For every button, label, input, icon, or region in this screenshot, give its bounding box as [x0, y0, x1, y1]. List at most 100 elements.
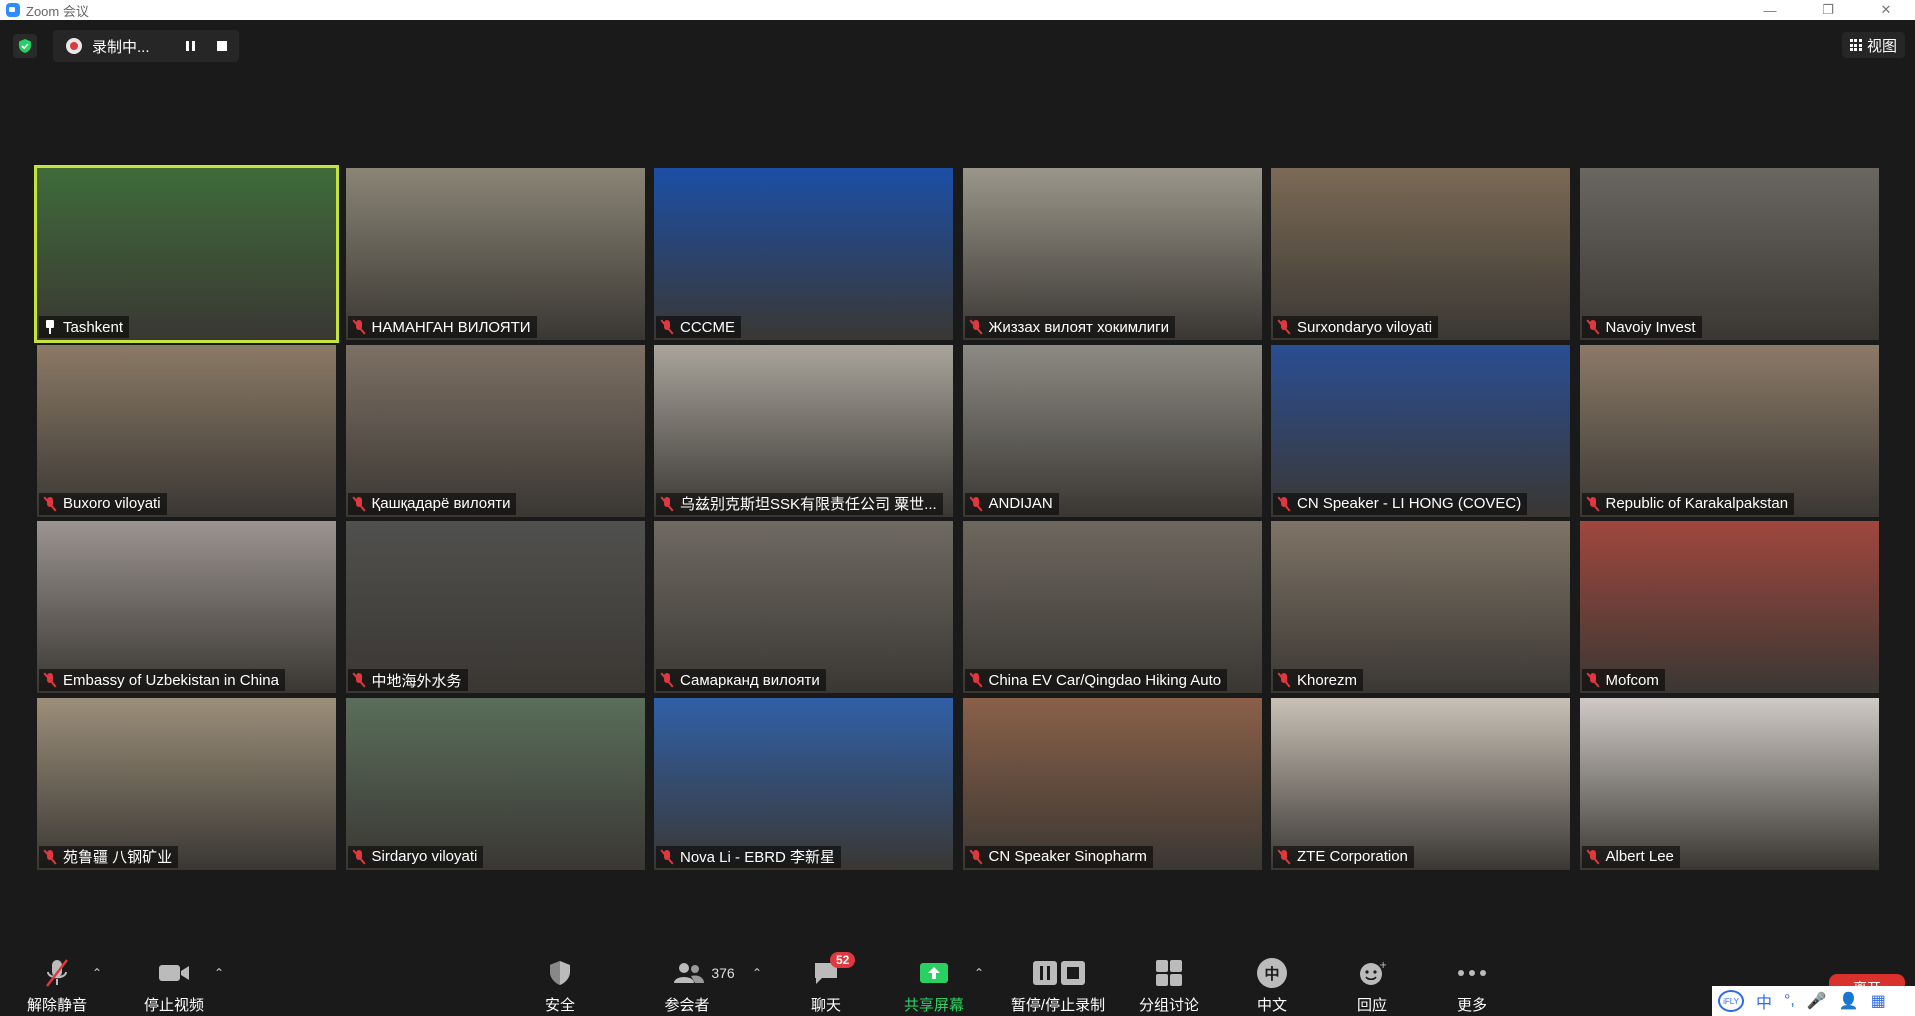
mic-muted-icon — [660, 849, 674, 865]
participant-name: НАМАНГАН ВИЛОЯТИ — [371, 318, 531, 336]
reactions-button[interactable]: + 回应 — [1352, 944, 1392, 1016]
video-feed — [962, 168, 1262, 340]
participant-name-label: Albert Lee — [1581, 845, 1680, 868]
pause-stop-record-button[interactable]: 暂停/停止录制 — [1004, 944, 1112, 1016]
video-feed — [345, 697, 645, 870]
participant-video-tile[interactable]: НАМАНГАН ВИЛОЯТИ — [345, 168, 645, 340]
participant-name: 乌兹别克斯坦SSK有限责任公司 粟世... — [680, 496, 937, 513]
participant-video-tile[interactable]: CN Speaker Sinopharm — [962, 697, 1262, 870]
grid-icon — [1849, 39, 1862, 51]
participant-video-tile[interactable]: CCCME — [654, 168, 953, 340]
participant-name: Buxoro viloyati — [63, 495, 161, 512]
ime-user-icon[interactable]: 👤 — [1839, 991, 1859, 1011]
encryption-shield-icon[interactable] — [13, 34, 37, 58]
breakout-rooms-button[interactable]: 分组讨论 — [1136, 944, 1202, 1016]
chat-button[interactable]: 52 聊天 — [806, 944, 856, 1016]
participant-name-label: Жиззах вилоят хокимлиги — [964, 316, 1176, 338]
mic-muted-icon — [43, 496, 57, 512]
participant-video-tile[interactable]: Albert Lee — [1579, 697, 1879, 870]
video-feed — [654, 168, 953, 340]
participants-button[interactable]: 376 参会者 — [664, 944, 744, 1016]
video-feed — [37, 344, 336, 517]
meeting-toolbar: 解除静音 ⌃ 停止视频 ⌃ 安全 376 参会者 ⌃ 52 聊天 共享屏幕 ⌃ … — [0, 944, 1915, 1016]
close-button[interactable]: ✕ — [1857, 0, 1915, 20]
ime-punctuation-icon[interactable]: °, — [1784, 992, 1795, 1010]
participants-label: 参会者 — [664, 997, 710, 1014]
video-feed — [1271, 697, 1570, 870]
participant-video-tile[interactable]: Embassy of Uzbekistan in China — [37, 521, 336, 693]
video-feed — [1579, 521, 1879, 693]
participant-name-label: ANDIJAN — [964, 492, 1059, 515]
mic-muted-icon — [1586, 319, 1600, 335]
participant-video-tile[interactable]: Sirdaryo viloyati — [345, 697, 645, 870]
chat-label: 聊天 — [810, 997, 841, 1014]
participant-video-tile[interactable]: China EV Car/Qingdao Hiking Auto — [962, 521, 1262, 693]
video-feed — [654, 344, 953, 517]
minimize-button[interactable]: — — [1741, 0, 1799, 20]
participant-video-tile[interactable]: 乌兹别克斯坦SSK有限责任公司 粟世... — [654, 344, 953, 517]
svg-text:+: + — [1379, 960, 1386, 971]
share-options-chevron-icon[interactable]: ⌃ — [974, 966, 984, 980]
mic-muted-icon — [43, 849, 57, 865]
pause-recording-icon[interactable] — [180, 36, 200, 56]
mic-muted-icon — [1586, 849, 1600, 865]
share-screen-icon — [918, 956, 950, 990]
participant-video-tile[interactable]: CN Speaker - LI HONG (COVEC) — [1271, 344, 1570, 517]
ime-voice-mic-icon[interactable]: 🎤 — [1807, 991, 1827, 1011]
stop-video-label: 停止视频 — [143, 997, 204, 1014]
participant-video-tile[interactable]: Republic of Karakalpakstan — [1579, 344, 1879, 517]
recording-indicator: 录制中... — [53, 30, 239, 62]
participant-name-label: Tashkent — [39, 316, 130, 338]
security-shield-icon — [548, 956, 572, 990]
participant-video-tile[interactable]: Жиззах вилоят хокимлиги — [962, 168, 1262, 340]
participant-name-label: Embassy of Uzbekistan in China — [39, 669, 285, 691]
participant-name-label: Surxondaryo viloyati — [1273, 316, 1439, 338]
participant-video-tile[interactable]: Navoiy Invest — [1579, 168, 1879, 340]
mic-muted-icon — [660, 672, 674, 688]
stop-recording-icon[interactable] — [212, 36, 232, 56]
participant-video-tile[interactable]: ZTE Corporation — [1271, 697, 1570, 870]
video-feed — [962, 697, 1262, 870]
language-interpretation-button[interactable]: 中 中文 — [1252, 944, 1292, 1016]
restore-button[interactable]: ❐ — [1799, 0, 1857, 20]
participant-name: Nova Li - EBRD 李新星 — [680, 849, 836, 866]
participant-video-tile[interactable]: Buxoro viloyati — [37, 344, 336, 517]
participant-video-tile[interactable]: Самарканд вилояти — [654, 521, 953, 693]
participant-video-tile[interactable]: Mofcom — [1579, 521, 1879, 693]
participant-name-label: Nova Li - EBRD 李新星 — [656, 845, 842, 868]
participant-video-tile[interactable]: Khorezm — [1271, 521, 1570, 693]
video-feed — [654, 521, 953, 693]
video-options-chevron-icon[interactable]: ⌃ — [214, 966, 224, 980]
more-dots-icon — [1457, 956, 1487, 990]
participant-name-label: Sirdaryo viloyati — [347, 845, 484, 868]
view-button[interactable]: 视图 — [1841, 32, 1905, 58]
participant-video-tile[interactable]: ANDIJAN — [962, 344, 1262, 517]
participant-name-label: China EV Car/Qingdao Hiking Auto — [964, 669, 1228, 691]
participant-name-label: Khorezm — [1273, 669, 1364, 691]
ime-chinese-mode[interactable]: 中 — [1756, 989, 1772, 1013]
participant-video-tile[interactable]: Қашқадарё вилояти — [345, 344, 645, 517]
video-feed — [654, 697, 953, 870]
more-button[interactable]: 更多 — [1452, 944, 1492, 1016]
participant-name: Surxondaryo viloyati — [1297, 318, 1433, 336]
stop-video-button[interactable]: 停止视频 — [138, 944, 210, 1016]
participant-video-tile[interactable]: Nova Li - EBRD 李新星 — [654, 697, 953, 870]
mic-muted-icon — [43, 672, 57, 688]
participant-video-tile[interactable]: 中地海外水务 — [345, 521, 645, 693]
ime-keyboard-icon[interactable]: ▦ — [1871, 991, 1886, 1011]
participant-name: Sirdaryo viloyati — [371, 848, 478, 865]
video-feed — [1271, 344, 1570, 517]
unmute-button[interactable]: 解除静音 — [24, 944, 90, 1016]
share-screen-button[interactable]: 共享屏幕 — [898, 944, 970, 1016]
window-title: Zoom 会议 — [26, 3, 89, 19]
participant-video-tile[interactable]: Tashkent — [34, 165, 339, 343]
video-camera-icon — [158, 956, 190, 990]
audio-options-chevron-icon[interactable]: ⌃ — [92, 966, 102, 980]
participants-options-chevron-icon[interactable]: ⌃ — [752, 966, 762, 980]
participant-video-tile[interactable]: 苑鲁疆 八钢矿业 — [37, 697, 336, 870]
participant-video-tile[interactable]: Surxondaryo viloyati — [1271, 168, 1570, 340]
iflytek-logo-icon[interactable]: iFLY — [1718, 990, 1744, 1012]
mic-muted-icon — [660, 496, 674, 512]
security-button[interactable]: 安全 — [540, 944, 580, 1016]
video-feed — [37, 521, 336, 693]
